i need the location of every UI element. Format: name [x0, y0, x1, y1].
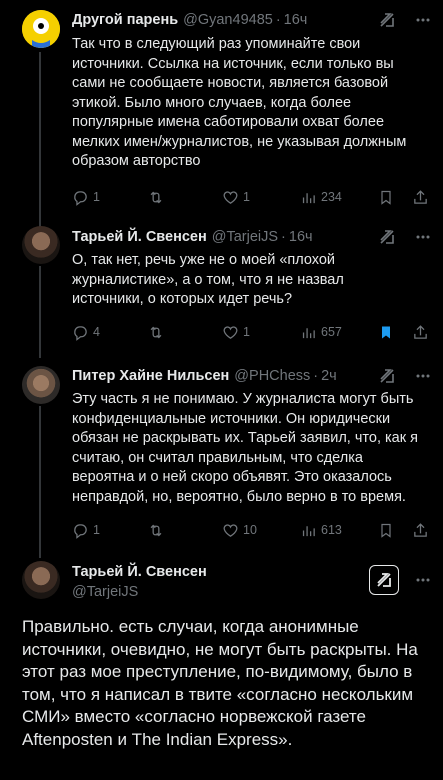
separator: ·	[281, 229, 286, 245]
more-icon[interactable]	[413, 227, 433, 247]
thread-line	[39, 52, 41, 228]
share-button[interactable]	[412, 520, 429, 540]
views-button[interactable]: 613	[300, 520, 342, 540]
reply-header: Тарьей Й. Свенсен @TarjeiJS · 16ч	[72, 227, 313, 247]
views-icon	[302, 327, 315, 338]
bookmark-icon	[382, 326, 390, 338]
avatar[interactable]	[22, 366, 60, 404]
more-icon[interactable]	[413, 10, 433, 30]
more-icon[interactable]	[413, 570, 433, 590]
reply-count: 1	[93, 190, 100, 204]
grok-icon[interactable]	[377, 366, 397, 386]
tweet-text: Правильно. есть случаи, когда анонимные …	[22, 617, 418, 749]
retweet-button[interactable]	[147, 322, 169, 342]
reply-count: 4	[93, 325, 100, 339]
author-name[interactable]: Тарьей Й. Свенсен	[72, 564, 207, 580]
bookmark-button[interactable]	[378, 322, 394, 342]
bookmark-button[interactable]	[378, 187, 394, 207]
reply-button[interactable]: 4	[72, 322, 100, 342]
share-icon	[414, 324, 427, 339]
timestamp[interactable]: 2ч	[321, 368, 337, 384]
reply-header: Питер Хайне Нильсен @PHChess · 2ч	[72, 366, 337, 386]
like-count: 10	[243, 523, 257, 537]
avatar[interactable]	[22, 561, 60, 599]
retweet-button[interactable]	[147, 520, 169, 540]
views-count: 234	[321, 190, 342, 204]
author-handle[interactable]: @Gyan49485	[183, 12, 273, 28]
avatar[interactable]	[22, 226, 60, 264]
views-count: 657	[321, 325, 342, 339]
views-button[interactable]: 657	[300, 322, 342, 342]
reply-icon	[74, 523, 87, 539]
separator: ·	[275, 12, 281, 28]
like-button[interactable]: 1	[222, 322, 250, 342]
reply-icon	[74, 325, 87, 341]
action-bar: 4 1 657	[72, 322, 432, 342]
author-name[interactable]: Другой парень	[72, 12, 178, 28]
thread-line	[39, 406, 41, 558]
avatar[interactable]	[22, 10, 60, 48]
action-bar: 1 10 613	[72, 520, 432, 540]
reply-text: О, так нет, речь уже не о моей «плохой ж…	[72, 252, 344, 307]
author-name[interactable]: Питер Хайне Нильсен	[72, 368, 229, 384]
like-button[interactable]: 10	[222, 520, 257, 540]
reply-text: Так что в следующий раз упоминайте свои …	[72, 36, 407, 169]
reply-icon	[74, 190, 87, 206]
author-handle[interactable]: @TarjeiJS	[212, 229, 278, 245]
share-icon	[414, 522, 427, 537]
action-bar: 1 1 234	[72, 187, 432, 207]
heart-icon	[223, 325, 238, 339]
grok-icon[interactable]	[369, 565, 399, 595]
like-count: 1	[243, 190, 250, 204]
share-button[interactable]	[412, 322, 429, 342]
thread-line	[39, 266, 41, 358]
share-button[interactable]	[412, 187, 429, 207]
timestamp[interactable]: 16ч	[284, 12, 308, 28]
reply-count: 1	[93, 523, 100, 537]
views-icon	[302, 525, 315, 536]
bookmark-icon	[381, 190, 391, 205]
share-icon	[414, 189, 427, 204]
views-count: 613	[321, 523, 342, 537]
like-button[interactable]: 1	[222, 187, 250, 207]
reply-text: Эту часть я не понимаю. У журналиста мог…	[72, 391, 418, 505]
author-handle[interactable]: @PHChess	[234, 368, 310, 384]
retweet-icon	[150, 524, 162, 536]
grok-icon[interactable]	[377, 10, 397, 30]
heart-icon	[223, 190, 238, 204]
reply-header: Другой парень @Gyan49485 · 16ч	[72, 10, 307, 30]
reply-button[interactable]: 1	[72, 520, 100, 540]
heart-icon	[223, 523, 238, 537]
retweet-icon	[150, 191, 162, 203]
grok-icon[interactable]	[377, 227, 397, 247]
author-handle[interactable]: @TarjeiJS	[72, 584, 138, 600]
bookmark-button[interactable]	[378, 520, 394, 540]
separator: ·	[313, 368, 319, 384]
author-name[interactable]: Тарьей Й. Свенсен	[72, 229, 207, 245]
timestamp[interactable]: 16ч	[289, 229, 313, 245]
retweet-icon	[150, 326, 162, 338]
more-icon[interactable]	[413, 366, 433, 386]
like-count: 1	[243, 325, 250, 339]
bookmark-icon	[381, 523, 391, 538]
views-button[interactable]: 234	[300, 187, 342, 207]
reply-button[interactable]: 1	[72, 187, 100, 207]
retweet-button[interactable]	[147, 187, 169, 207]
views-icon	[302, 192, 315, 203]
